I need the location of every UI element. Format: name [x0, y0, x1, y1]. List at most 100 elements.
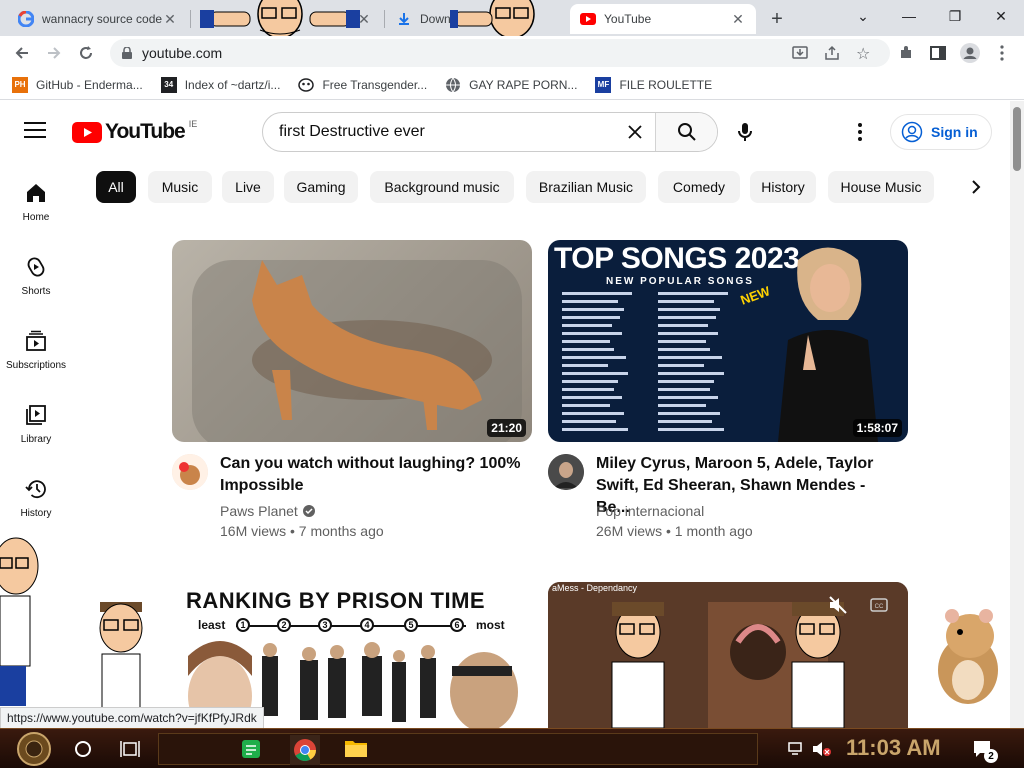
menu-icon[interactable] — [24, 121, 46, 144]
bookmark-item[interactable]: 34 Index of ~dartz/i... — [160, 76, 280, 93]
region-code: IE — [188, 119, 198, 129]
search-button[interactable] — [655, 113, 717, 151]
video-frame-image — [548, 582, 908, 728]
video-thumbnail[interactable]: TOP SONGS 2023 NEW POPULAR SONGS NEW 1:5… — [548, 240, 908, 442]
minimize-icon[interactable]: — — [886, 0, 932, 32]
youtube-header: YouTube IE first Destructive ever Sign i… — [0, 101, 1010, 163]
windows-taskbar: 11:03 AM 2 — [0, 728, 1024, 768]
search-input[interactable]: first Destructive ever — [263, 123, 615, 141]
video-meta: 16M views • 7 months ago — [220, 523, 384, 539]
close-tab-icon[interactable]: ✕ — [730, 11, 746, 27]
volume-muted-icon[interactable] — [812, 741, 832, 762]
bookmark-item[interactable]: PH GitHub - Enderma... — [12, 76, 143, 93]
back-icon[interactable] — [8, 39, 36, 67]
bookmark-label: GAY RAPE PORN... — [469, 77, 578, 92]
chip-live[interactable]: Live — [222, 171, 274, 203]
clear-search-icon[interactable] — [615, 124, 655, 140]
lock-icon[interactable] — [122, 47, 132, 59]
thumb-heading: RANKING BY PRISON TIME — [186, 588, 486, 613]
thumb-subheading: NEW POPULAR SONGS — [606, 276, 754, 287]
side-panel-icon[interactable] — [924, 39, 952, 67]
scale-point: 5 — [404, 618, 418, 632]
hank-hill-figure — [611, 602, 665, 728]
youtube-logo[interactable]: YouTube IE — [72, 119, 198, 144]
new-tab-icon[interactable]: + — [766, 8, 788, 30]
nav-shorts[interactable]: Shorts — [0, 246, 72, 316]
scale-point: 1 — [236, 618, 250, 632]
scrollbar-thumb[interactable] — [1013, 107, 1021, 171]
page-scrollbar[interactable] — [1010, 101, 1024, 728]
scale-point: 6 — [450, 618, 464, 632]
chip-house-music[interactable]: House Music — [828, 171, 934, 203]
chip-music[interactable]: Music — [148, 171, 212, 203]
url-text: youtube.com — [142, 45, 223, 61]
sign-in-button[interactable]: Sign in — [890, 114, 992, 150]
video-player[interactable]: aMess - Dependancy CC — [548, 582, 908, 728]
tab-google[interactable]: wannacry source code ✕ — [8, 4, 188, 34]
start-button[interactable] — [14, 731, 54, 772]
notes-app-icon[interactable] — [240, 738, 262, 765]
mask-icon — [298, 77, 315, 93]
network-icon[interactable] — [788, 742, 806, 761]
maximize-icon[interactable]: ❐ — [932, 0, 978, 32]
chrome-menu-icon[interactable] — [988, 39, 1016, 67]
bookmark-label: FILE ROULETTE — [619, 77, 713, 92]
bookmark-item[interactable]: MF FILE ROULETTE — [595, 76, 713, 93]
task-view-circle-icon[interactable] — [74, 740, 92, 763]
youtube-logo-icon — [72, 121, 102, 143]
profile-icon[interactable] — [956, 39, 984, 67]
video-thumbnail[interactable]: 21:20 — [172, 240, 532, 442]
download-icon — [396, 11, 412, 27]
search-icon — [677, 123, 696, 141]
chrome-taskbar-button[interactable] — [290, 735, 320, 765]
channel-name-text: Paws Planet — [220, 503, 298, 519]
video-title[interactable]: Can you watch without laughing? 100% Imp… — [220, 453, 530, 497]
nav-subscriptions[interactable]: Subscriptions — [0, 320, 72, 390]
chip-brazilian-music[interactable]: Brazilian Music — [526, 171, 646, 203]
microphone-icon[interactable] — [736, 122, 754, 147]
link-status-bar: https://www.youtube.com/watch?v=jfKfPfyJ… — [0, 707, 264, 729]
bookmark-item[interactable]: Free Transgender... — [298, 77, 427, 93]
channel-avatar[interactable] — [548, 454, 584, 490]
chip-history[interactable]: History — [750, 171, 816, 203]
chip-background-music[interactable]: Background music — [370, 171, 514, 203]
search-box: first Destructive ever — [262, 112, 718, 152]
close-tab-icon[interactable]: ✕ — [162, 11, 178, 27]
forward-icon[interactable] — [40, 39, 68, 67]
chip-comedy[interactable]: Comedy — [658, 171, 740, 203]
share-icon[interactable] — [824, 45, 840, 64]
captions-icon[interactable]: CC — [870, 598, 888, 617]
channel-avatar[interactable] — [172, 454, 208, 490]
hamster-sticker — [938, 609, 998, 704]
reload-icon[interactable] — [72, 39, 100, 67]
taskbar-clock[interactable]: 11:03 AM — [846, 735, 941, 761]
singer-photo — [778, 247, 878, 442]
chip-gaming[interactable]: Gaming — [284, 171, 358, 203]
install-app-icon[interactable] — [792, 45, 808, 64]
nav-history[interactable]: History — [0, 468, 72, 538]
bookmark-star-icon[interactable]: ☆ — [856, 44, 870, 64]
mute-icon[interactable] — [828, 596, 848, 619]
close-window-icon[interactable]: ✕ — [978, 0, 1024, 32]
task-view-icon[interactable] — [120, 740, 140, 763]
shorts-icon — [27, 257, 45, 277]
video-title-line: Miley Cyrus, Maroon 5, Adele, Taylor — [596, 455, 874, 472]
bookmarks-bar: PH GitHub - Enderma... 34 Index of ~dart… — [0, 70, 1024, 100]
settings-menu-icon[interactable] — [858, 123, 862, 146]
chip-all[interactable]: All — [96, 171, 136, 203]
tab-search-icon[interactable]: ⌄ — [840, 0, 886, 32]
channel-name[interactable]: Pop internacional — [596, 503, 704, 519]
channel-name[interactable]: Paws Planet — [220, 503, 315, 519]
tab-youtube[interactable]: YouTube ✕ — [570, 4, 756, 34]
song-list-graphic — [562, 292, 728, 431]
nav-library[interactable]: Library — [0, 394, 72, 464]
file-explorer-icon[interactable] — [344, 738, 368, 763]
nav-home[interactable]: Home — [0, 172, 72, 242]
bookmark-item[interactable]: GAY RAPE PORN... — [445, 77, 577, 93]
scale-left-label: least — [198, 618, 226, 632]
bookmark-favicon: MF — [595, 76, 612, 93]
extensions-icon[interactable] — [892, 39, 920, 67]
youtube-icon — [580, 11, 596, 27]
address-bar[interactable]: youtube.com ☆ — [110, 39, 890, 67]
chevron-right-icon[interactable] — [956, 171, 996, 203]
